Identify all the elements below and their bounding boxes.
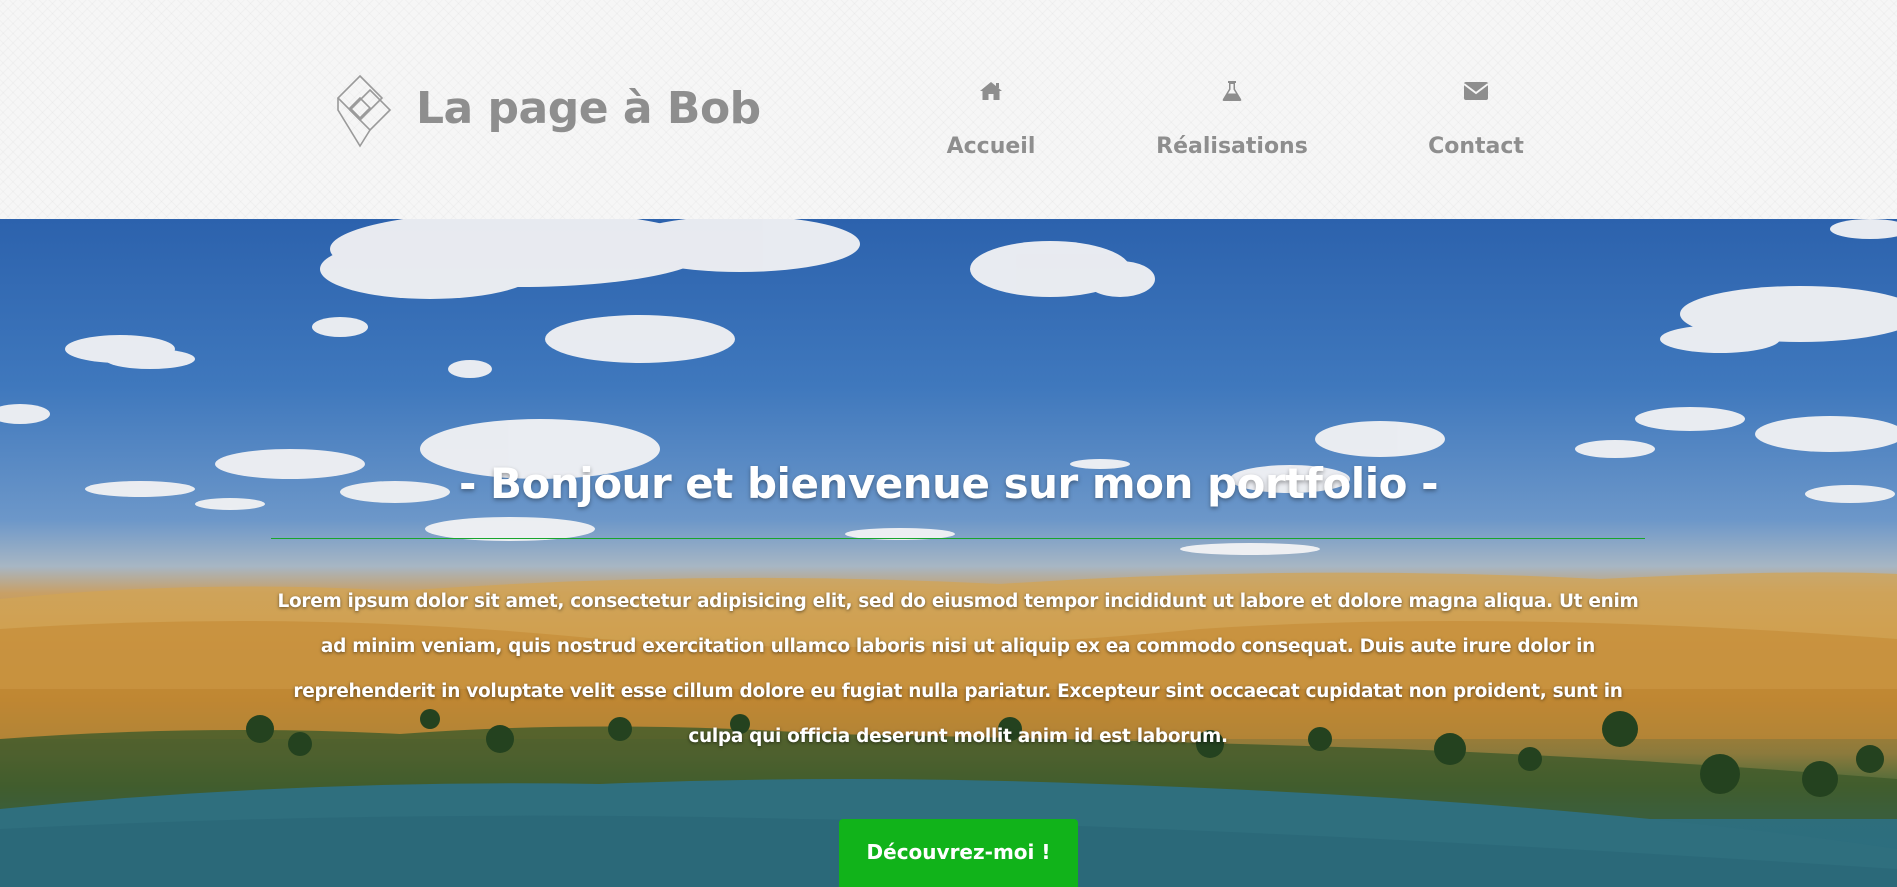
nav-label-accueil: Accueil — [946, 134, 1036, 159]
nav-item-accueil[interactable]: Accueil — [881, 78, 1101, 159]
nav-item-realisations[interactable]: Réalisations — [1122, 78, 1342, 159]
hero-description: Lorem ipsum dolor sit amet, consectetur … — [277, 591, 1639, 747]
hero-divider — [271, 538, 1645, 539]
envelope-icon — [1463, 82, 1489, 100]
main-nav: Accueil Réalisations Contact — [0, 78, 1897, 178]
home-icon — [980, 82, 1002, 100]
desert-oasis-photo — [0, 219, 1897, 887]
nav-label-contact: Contact — [1428, 134, 1524, 159]
site-header: La page à Bob Accueil Réalisations Conta… — [0, 0, 1897, 219]
discover-me-button[interactable]: Découvrez-moi ! — [839, 819, 1078, 887]
flask-icon — [1222, 81, 1242, 101]
nav-label-realisations: Réalisations — [1156, 134, 1308, 159]
nav-item-contact[interactable]: Contact — [1366, 78, 1586, 159]
hero-section: - Bonjour et bienvenue sur mon portfolio… — [0, 219, 1897, 887]
hero-title: - Bonjour et bienvenue sur mon portfolio… — [458, 459, 1439, 508]
